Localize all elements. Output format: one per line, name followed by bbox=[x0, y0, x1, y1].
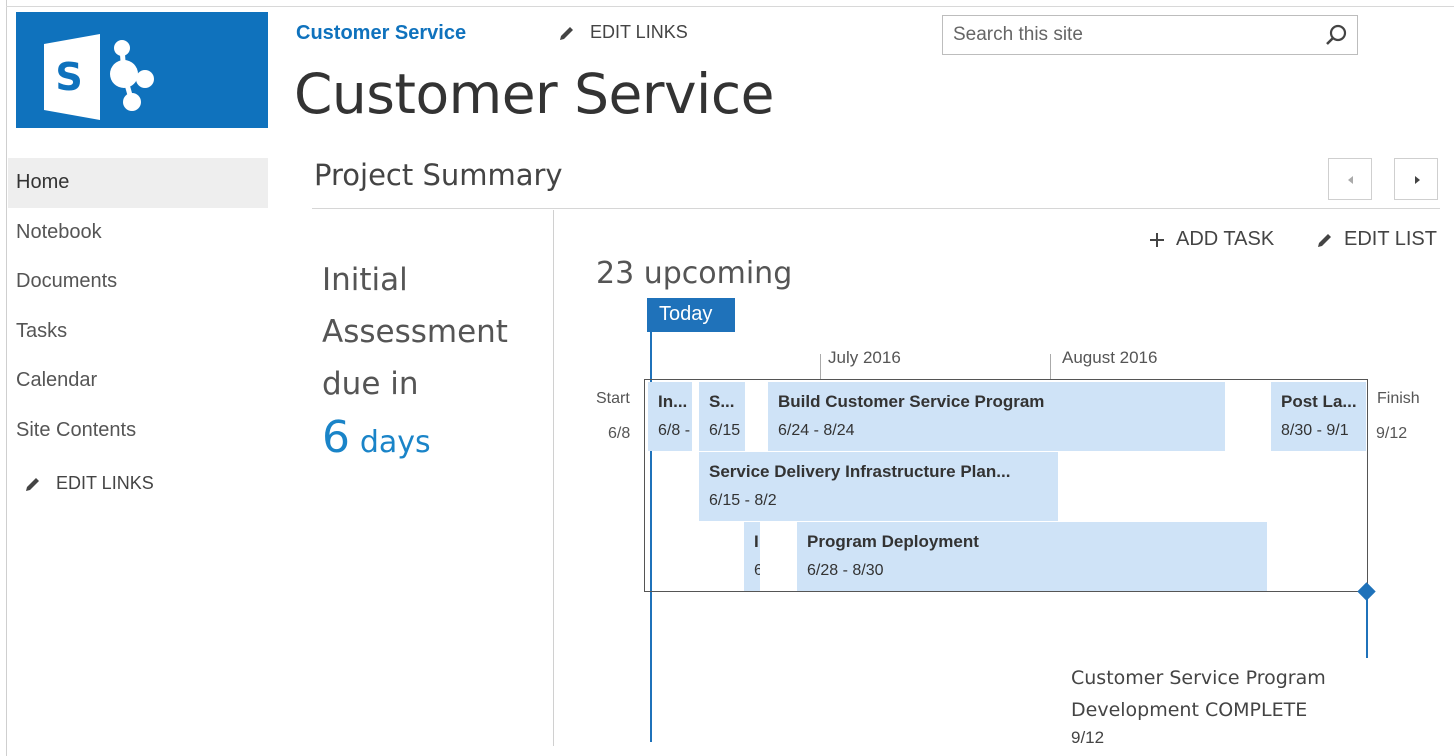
next-button[interactable] bbox=[1394, 158, 1438, 200]
nav-item-calendar[interactable]: Calendar bbox=[8, 356, 268, 406]
task-dates: 8/30 - 9/1 bbox=[1281, 422, 1349, 439]
nav-item-home[interactable]: Home bbox=[8, 158, 268, 208]
timeline-task[interactable]: I 6 bbox=[744, 522, 760, 591]
task-name: Build Customer Service Program bbox=[778, 392, 1045, 411]
task-name: S... bbox=[709, 392, 735, 411]
edit-links-top-label: EDIT LINKS bbox=[590, 22, 688, 42]
due-callout: Initial Assessment due in 6 days bbox=[322, 254, 542, 469]
task-name: Service Delivery Infrastructure Plan... bbox=[709, 462, 1011, 481]
timeline-task[interactable]: Post La... 8/30 - 9/1 bbox=[1271, 382, 1366, 451]
edit-list-label: EDIT LIST bbox=[1344, 228, 1437, 250]
finish-label: Finish bbox=[1377, 390, 1420, 407]
callout-line-3: due in bbox=[322, 366, 419, 402]
month-label-july: July 2016 bbox=[828, 348, 901, 367]
summary-vertical-divider bbox=[553, 210, 554, 746]
timeline-task[interactable]: In... 6/8 - bbox=[648, 382, 692, 451]
task-dates: 6/8 - bbox=[658, 422, 691, 439]
search-box bbox=[942, 15, 1358, 55]
sharepoint-logo[interactable]: S bbox=[16, 12, 268, 128]
task-dates: 6/24 - 8/24 bbox=[778, 422, 855, 439]
today-marker: Today bbox=[647, 298, 735, 332]
callout-line-2: Assessment bbox=[322, 314, 508, 350]
previous-button[interactable] bbox=[1328, 158, 1372, 200]
nav-edit-links-button[interactable]: EDIT LINKS bbox=[8, 473, 268, 494]
add-task-label: ADD TASK bbox=[1176, 228, 1275, 250]
window-border-left bbox=[6, 0, 7, 756]
edit-links-top-button[interactable]: EDIT LINKS bbox=[558, 22, 688, 43]
task-name: Program Deployment bbox=[807, 532, 979, 551]
task-dates: 6 bbox=[754, 562, 760, 579]
nav-item-notebook[interactable]: Notebook bbox=[8, 208, 268, 258]
svg-text:S: S bbox=[55, 55, 82, 99]
month-tick-august bbox=[1050, 354, 1051, 380]
chevron-left-icon bbox=[1348, 176, 1353, 184]
finish-date: 9/12 bbox=[1376, 425, 1408, 442]
pencil-icon bbox=[26, 477, 39, 491]
nav-edit-links-label: EDIT LINKS bbox=[56, 473, 154, 493]
nav-item-tasks[interactable]: Tasks bbox=[8, 307, 268, 357]
task-name: Post La... bbox=[1281, 392, 1357, 411]
timeline-task[interactable]: Program Deployment 6/28 - 8/30 bbox=[797, 522, 1267, 591]
search-icon[interactable] bbox=[1325, 23, 1349, 47]
project-summary-title: Project Summary bbox=[314, 158, 563, 192]
start-label: Start bbox=[596, 390, 630, 407]
days-remaining: 6 days bbox=[322, 412, 542, 469]
timeline-task[interactable]: S... 6/15 bbox=[699, 382, 745, 451]
days-unit: days bbox=[359, 425, 431, 460]
milestone-title[interactable]: Customer Service Program Development COM… bbox=[1071, 662, 1391, 726]
pencil-icon bbox=[1318, 233, 1331, 247]
section-divider bbox=[312, 208, 1440, 209]
pencil-icon bbox=[560, 26, 573, 40]
edit-list-button[interactable]: EDIT LIST bbox=[1316, 228, 1437, 251]
task-dates: 6/28 - 8/30 bbox=[807, 562, 884, 579]
site-title: Customer Service bbox=[294, 62, 774, 126]
timeline-task[interactable]: Build Customer Service Program 6/24 - 8/… bbox=[768, 382, 1225, 451]
search-input[interactable] bbox=[943, 16, 1313, 54]
month-label-august: August 2016 bbox=[1062, 348, 1158, 367]
days-number: 6 bbox=[322, 412, 350, 463]
nav-item-documents[interactable]: Documents bbox=[8, 257, 268, 307]
add-task-button[interactable]: ADD TASK bbox=[1148, 228, 1274, 251]
window-border-top bbox=[6, 6, 1454, 7]
task-dates: 6/15 bbox=[709, 422, 741, 439]
site-link-customer-service[interactable]: Customer Service bbox=[296, 22, 466, 45]
timeline-task[interactable]: Service Delivery Infrastructure Plan... … bbox=[699, 452, 1058, 521]
milestone-date: 9/12 bbox=[1071, 728, 1105, 747]
milestone-line bbox=[1366, 598, 1368, 658]
task-name: I bbox=[754, 532, 759, 551]
chevron-right-icon bbox=[1415, 176, 1420, 184]
plus-icon bbox=[1150, 232, 1164, 247]
month-tick-july bbox=[820, 354, 821, 380]
callout-line-1: Initial bbox=[322, 262, 408, 298]
upcoming-count: 23 upcoming bbox=[596, 256, 793, 291]
task-name: In... bbox=[658, 392, 688, 411]
nav-item-site-contents[interactable]: Site Contents bbox=[8, 406, 268, 456]
start-date: 6/8 bbox=[608, 425, 631, 442]
sharepoint-logo-icon: S bbox=[44, 34, 154, 120]
quick-launch-nav: Home Notebook Documents Tasks Calendar S… bbox=[8, 158, 268, 494]
task-dates: 6/15 - 8/2 bbox=[709, 492, 777, 509]
